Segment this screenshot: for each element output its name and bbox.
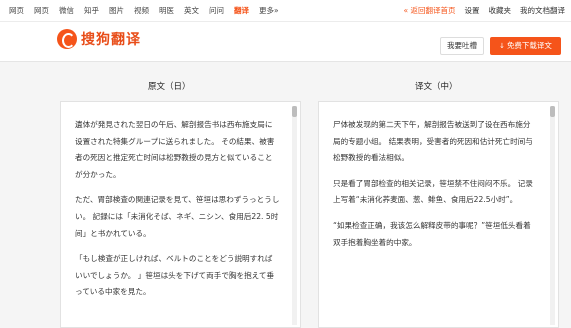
nav-link-weixin[interactable]: 微信 <box>59 6 74 15</box>
settings-link[interactable]: 设置 <box>465 6 480 15</box>
source-paragraph: 「もし検査が正しければ、ベルトのことをどう説明すればいいでしょうか。 」笹垣は头… <box>75 254 275 297</box>
sogou-translate-logo[interactable]: 搜狗翻译 <box>57 29 141 49</box>
download-icon: ↓ <box>499 42 505 50</box>
download-translation-button[interactable]: ↓ 免费下载译文 <box>490 37 561 55</box>
nav-link-zhihu[interactable]: 知乎 <box>84 6 99 15</box>
target-text-panel[interactable]: 尸体被发现的第二天下午，解剖报告被送到了设在西布施分局的专题小组。 结果表明，受… <box>318 101 559 328</box>
nav-link-mingyi[interactable]: 明医 <box>159 6 174 15</box>
back-to-translate-home-link[interactable]: « 返回翻译首页 <box>404 6 456 15</box>
nav-link-english[interactable]: 英文 <box>184 6 199 15</box>
nav-link-web[interactable]: 网页 <box>9 6 24 15</box>
header: 搜狗翻译 我要吐槽 ↓ 免费下载译文 <box>0 22 571 62</box>
feedback-button[interactable]: 我要吐槽 <box>440 37 484 55</box>
target-panel-title: 译文（中） <box>415 82 458 92</box>
target-paragraph: 尸体被发现的第二天下午，解剖报告被送到了设在西布施分局的专题小组。 结果表明，受… <box>333 120 533 163</box>
nav-link-more[interactable]: 更多» <box>259 6 279 15</box>
sogou-logo-icon <box>57 29 77 49</box>
source-panel-title: 原文（日） <box>148 82 191 92</box>
source-paragraph: ただ、胃部検査の関連记录を見て、笹垣は思わずうっとうしい。 記録には「未消化そば… <box>75 195 280 238</box>
target-paragraph: 只是看了胃部检查的相关记录，笹垣禁不住闷闷不乐。 记录上写着“未消化荞麦面、葱、… <box>333 178 533 205</box>
favorites-link[interactable]: 收藏夹 <box>489 6 512 15</box>
nav-link-wenwen[interactable]: 问问 <box>209 6 224 15</box>
logo-text: 搜狗翻译 <box>81 32 141 48</box>
nav-link-images[interactable]: 图片 <box>109 6 124 15</box>
top-nav-links: 网页 网页 微信 知乎 图片 视频 明医 英文 问问 翻译 更多» <box>9 5 289 16</box>
download-button-label: 免费下载译文 <box>506 41 552 50</box>
nav-link-translate[interactable]: 翻译 <box>234 6 249 15</box>
target-paragraph: “如果检查正确，我该怎么解释皮带的事呢？”笹垣低头看着双手抱着胸坐着的中家。 <box>333 220 531 247</box>
target-scrollbar-thumb[interactable] <box>550 106 555 117</box>
source-paragraph: 遺体が発見された翌日の午后、解剖报告书は西布施支局に设置された特集グループに送ら… <box>75 120 275 179</box>
nav-link-web-2[interactable]: 网页 <box>34 6 49 15</box>
source-scrollbar-thumb[interactable] <box>292 106 297 117</box>
target-scrollbar[interactable] <box>550 106 555 325</box>
nav-link-video[interactable]: 视频 <box>134 6 149 15</box>
my-doc-translation-link[interactable]: 我的文档翻译 <box>520 6 565 15</box>
source-text-panel[interactable]: 遺体が発見された翌日の午后、解剖报告书は西布施支局に设置された特集グループに送ら… <box>60 101 301 328</box>
source-scrollbar[interactable] <box>292 106 297 325</box>
top-nav-right: « 返回翻译首页 设置 收藏夹 我的文档翻译 <box>395 5 565 16</box>
top-nav-bar: 网页 网页 微信 知乎 图片 视频 明医 英文 问问 翻译 更多» « 返回翻译首页 设置 收藏夹 我的文… <box>0 0 571 22</box>
